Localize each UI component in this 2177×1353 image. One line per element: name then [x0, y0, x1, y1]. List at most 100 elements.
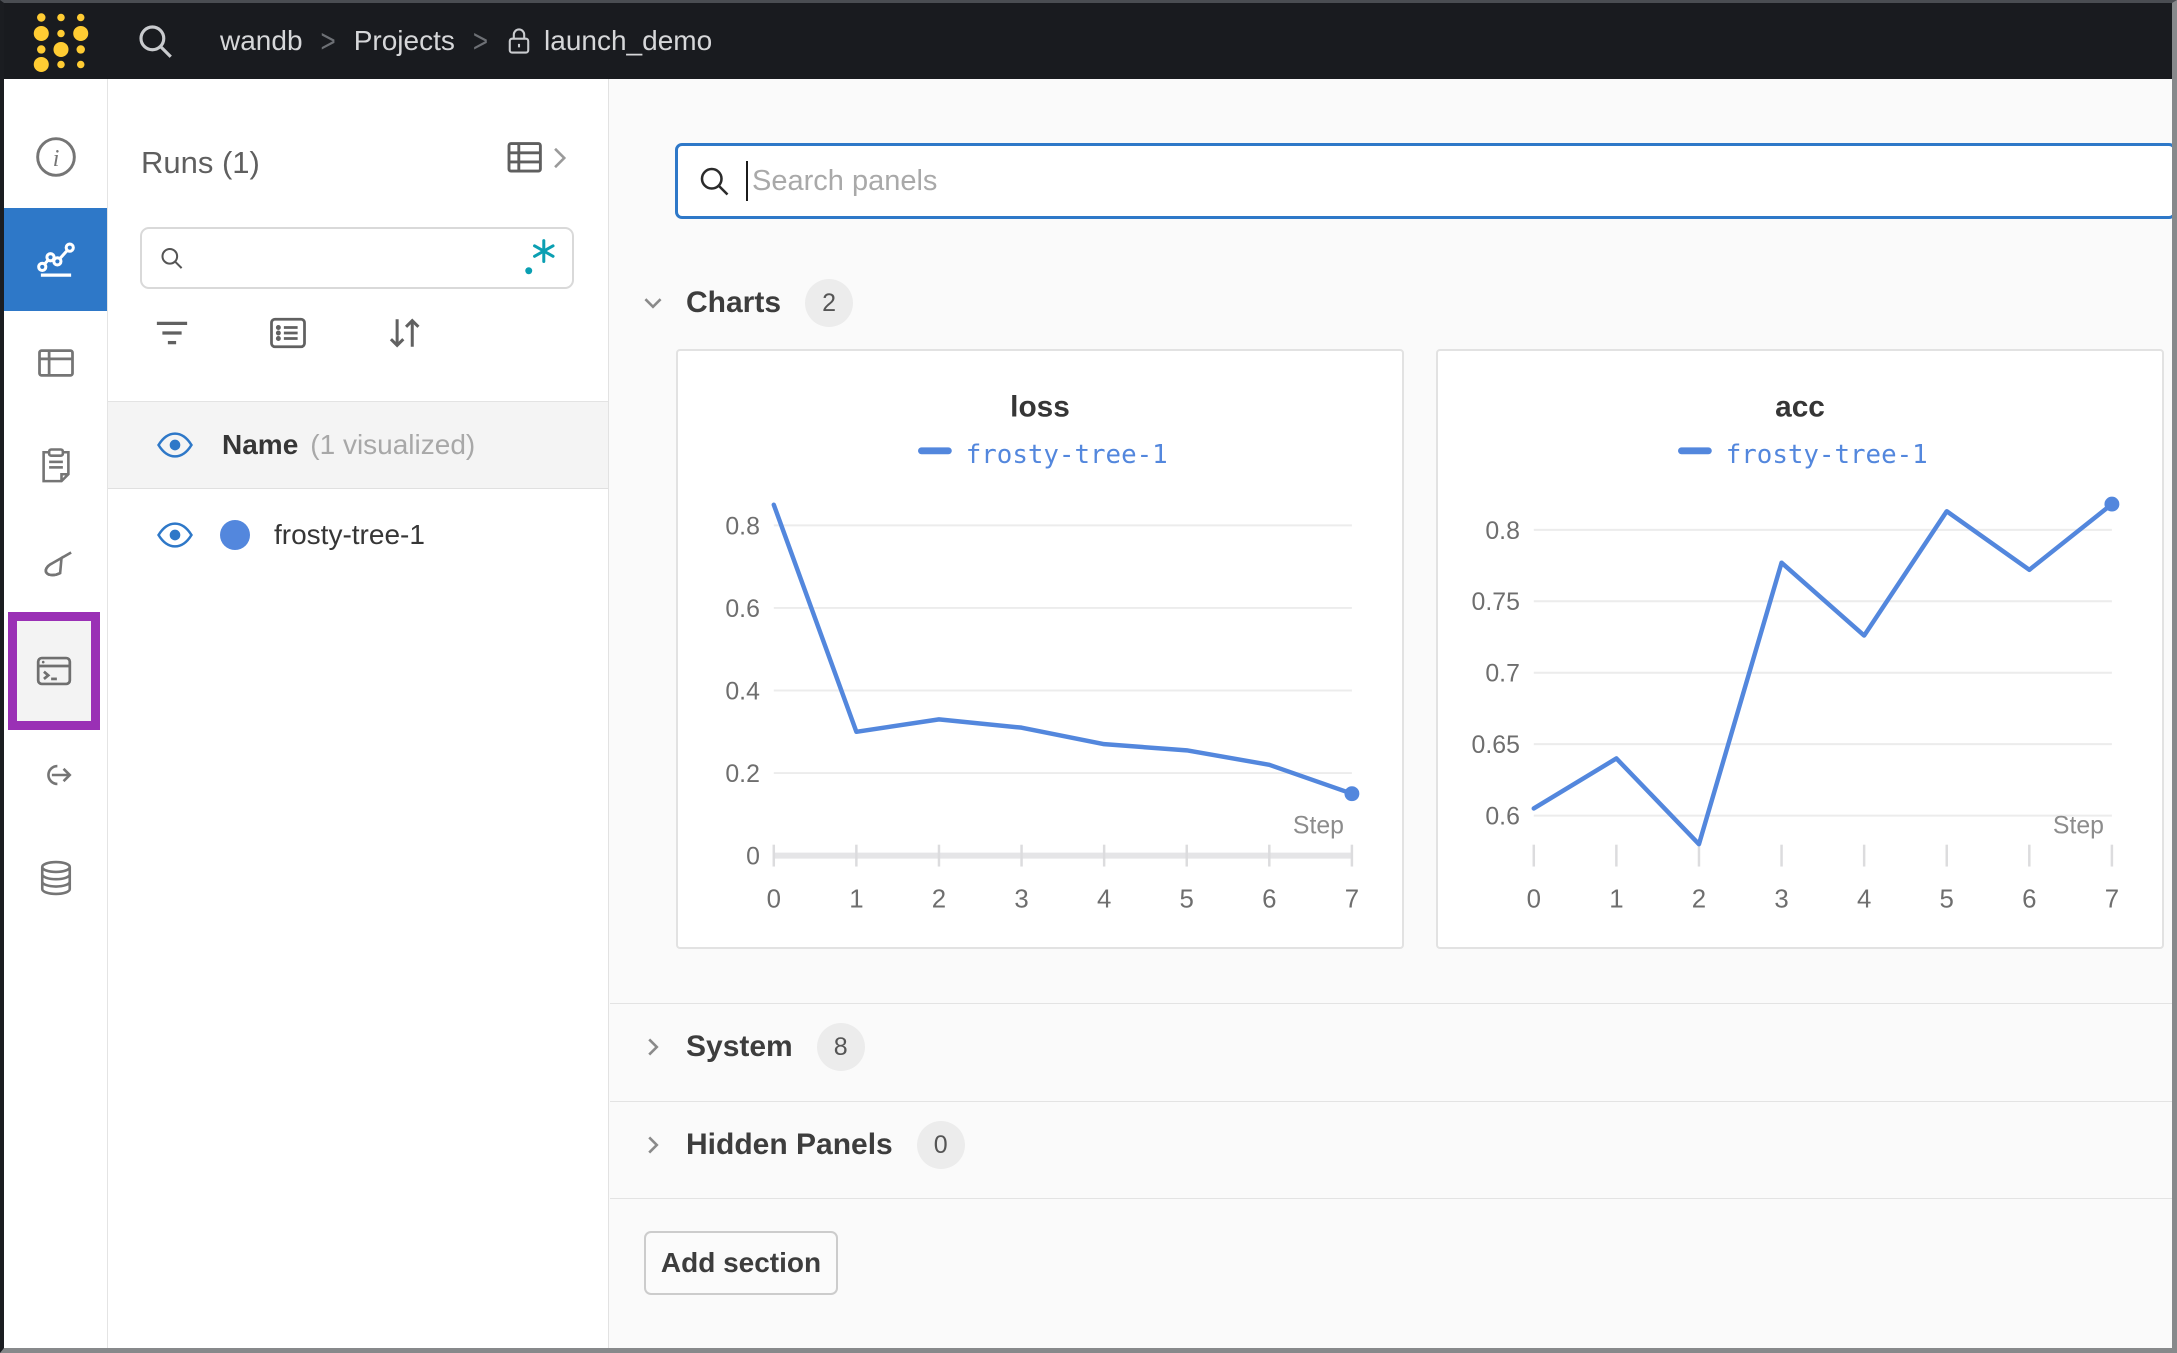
chevron-right-icon: [640, 1034, 666, 1060]
runs-panel-title: Runs (1): [141, 145, 260, 181]
x-axis-label: Step: [2053, 813, 2104, 840]
broom-icon: [34, 547, 78, 591]
run-name: frosty-tree-1: [274, 519, 425, 551]
wandb-workspace-page: wandb > Projects > launch_demo i: [0, 0, 2177, 1353]
launch-arrow-icon: [34, 753, 78, 797]
section-header-hidden-panels[interactable]: Hidden Panels 0: [640, 1115, 965, 1175]
chevron-down-icon: [640, 290, 666, 316]
clipboard-icon: [34, 444, 78, 488]
x-tick-label: 0: [767, 885, 781, 913]
eye-icon[interactable]: [156, 430, 194, 460]
x-tick-label: 5: [1180, 885, 1194, 913]
x-tick-label: 7: [2105, 885, 2119, 913]
breadcrumb-projects[interactable]: Projects: [354, 25, 455, 57]
y-tick-label: 0.6: [1485, 804, 1520, 831]
x-axis-label: Step: [1293, 813, 1344, 840]
sidebar-item-info[interactable]: i: [4, 105, 107, 208]
sidebar-item-table[interactable]: [4, 311, 107, 414]
x-tick-label: 3: [1774, 885, 1788, 913]
runs-column-name: Name: [222, 429, 298, 461]
info-icon: i: [34, 135, 78, 179]
eye-icon[interactable]: [156, 520, 194, 550]
charts-row: lossfrosty-tree-100.20.40.60.801234567St…: [676, 349, 2164, 949]
x-tick-label: 5: [1940, 885, 1954, 913]
loss-chart-panel[interactable]: lossfrosty-tree-100.20.40.60.801234567St…: [676, 349, 1404, 949]
y-tick-label: 0: [746, 844, 760, 871]
table-expand-icon: [506, 141, 546, 175]
chevron-right-icon: [640, 1132, 666, 1158]
runs-table-expand-button[interactable]: [506, 141, 570, 175]
search-icon: [158, 242, 185, 274]
runs-panel: Runs (1): [108, 79, 609, 1348]
panel-search-input[interactable]: [752, 165, 2155, 198]
search-icon: [696, 163, 732, 199]
y-tick-label: 0.2: [725, 761, 760, 788]
breadcrumb: wandb > Projects > launch_demo: [220, 25, 712, 57]
section-label: Charts: [686, 286, 781, 320]
topbar: wandb > Projects > launch_demo: [4, 3, 2172, 79]
chart-title: loss: [1010, 391, 1070, 424]
y-tick-label: 0.75: [1472, 589, 1520, 616]
section-label: System: [686, 1030, 793, 1064]
y-tick-label: 0.4: [725, 678, 760, 705]
x-tick-label: 3: [1014, 885, 1028, 913]
acc-chart: accfrosty-tree-10.60.650.70.750.80123456…: [1438, 351, 2162, 947]
line-chart-icon: [34, 238, 78, 282]
x-tick-label: 6: [1262, 885, 1276, 913]
y-tick-label: 0.7: [1485, 661, 1520, 688]
svg-text:i: i: [52, 146, 59, 172]
jobs-highlight-box: [8, 612, 100, 730]
x-tick-label: 2: [932, 885, 946, 913]
sidebar-item-artifacts[interactable]: [4, 826, 107, 929]
acc-chart-panel[interactable]: accfrosty-tree-10.60.650.70.750.80123456…: [1436, 349, 2164, 949]
runs-search-box[interactable]: [140, 227, 574, 289]
breadcrumb-project[interactable]: launch_demo: [506, 25, 712, 57]
runs-search-input[interactable]: [185, 243, 520, 274]
end-point-marker: [1344, 786, 1359, 801]
series-line: [1534, 504, 2112, 844]
section-count-badge: 0: [917, 1121, 965, 1169]
section-label: Hidden Panels: [686, 1128, 893, 1162]
sort-icon[interactable]: [382, 311, 426, 355]
text-caret: [746, 161, 748, 201]
sidebar-item-workspace[interactable]: [4, 208, 107, 311]
section-divider: [610, 1003, 2172, 1004]
runs-header-row[interactable]: Name (1 visualized): [108, 402, 608, 489]
section-header-charts[interactable]: Charts 2: [640, 273, 853, 333]
left-nav: i: [4, 79, 108, 1348]
sidebar-item-logs[interactable]: [4, 414, 107, 517]
sidebar-item-sweeps[interactable]: [4, 517, 107, 620]
legend-dash: [918, 447, 952, 454]
chart-title: acc: [1775, 391, 1825, 424]
legend-dash: [1678, 447, 1712, 454]
global-search-icon[interactable]: [134, 20, 176, 62]
legend-run-name: frosty-tree-1: [1726, 440, 1928, 470]
x-tick-label: 2: [1692, 885, 1706, 913]
x-tick-label: 6: [2022, 885, 2036, 913]
end-point-marker: [2104, 497, 2119, 512]
section-header-system[interactable]: System 8: [640, 1017, 865, 1077]
breadcrumb-entity[interactable]: wandb: [220, 25, 303, 57]
add-section-button[interactable]: Add section: [644, 1231, 838, 1295]
chevron-right-icon: [548, 141, 570, 175]
x-tick-label: 1: [849, 885, 863, 913]
section-count-badge: 2: [805, 279, 853, 327]
legend-run-name: frosty-tree-1: [966, 440, 1168, 470]
regex-toggle-icon[interactable]: [520, 236, 556, 280]
sidebar-item-automations[interactable]: [4, 723, 107, 826]
breadcrumb-separator: >: [473, 22, 488, 61]
x-tick-label: 1: [1609, 885, 1623, 913]
main-content: Charts 2 loss frosty-tree-1 0 0.2 0.4 0.6 0.8 0…: [610, 79, 2172, 1348]
run-row[interactable]: frosty-tree-1: [108, 489, 608, 581]
loss-chart: lossfrosty-tree-100.20.40.60.801234567St…: [678, 351, 1402, 947]
list-icon[interactable]: [266, 311, 310, 355]
panel-search-box[interactable]: [675, 143, 2176, 219]
series-line: [774, 505, 1352, 794]
section-count-badge: 8: [817, 1023, 865, 1071]
table-icon: [34, 341, 78, 385]
wandb-logo[interactable]: [30, 10, 92, 72]
run-color-dot: [220, 520, 250, 550]
sidebar-item-jobs[interactable]: [4, 620, 107, 723]
filter-icon[interactable]: [150, 311, 194, 355]
y-tick-label: 0.8: [725, 513, 760, 540]
